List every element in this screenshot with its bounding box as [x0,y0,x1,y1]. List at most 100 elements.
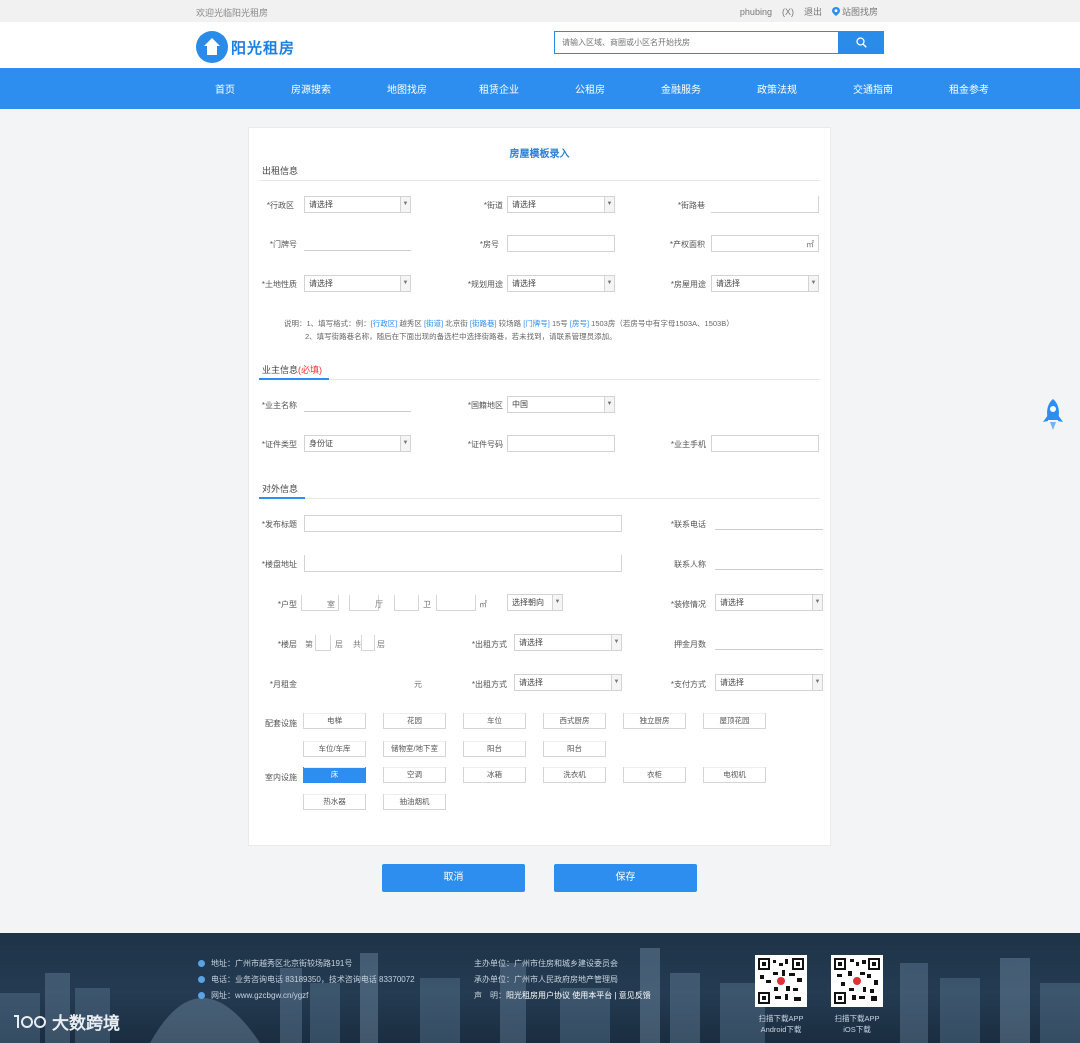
back-to-top-rocket-icon[interactable] [1040,398,1066,432]
nav-map[interactable]: 地图找房 [387,81,427,96]
facilities-label: 配套设施 [265,719,297,728]
nav-public-housing[interactable]: 公租房 [575,81,605,96]
nav-traffic[interactable]: 交通指南 [853,81,893,96]
appliance-tag[interactable]: 空调 [383,767,446,783]
qr-code-icon [758,958,804,1004]
id-number-input[interactable] [507,435,615,452]
size-input[interactable] [436,595,476,611]
facility-tag[interactable]: 西式厨房 [543,713,606,729]
facility-tag[interactable]: 电梯 [303,713,366,729]
district-select[interactable]: 请选择 ▼ [304,196,411,213]
facility-tag[interactable]: 独立厨房 [623,713,686,729]
floor-total-suffix: 层 [377,640,385,649]
floor-total-prefix: 共 [353,640,361,649]
search-bar [554,31,884,54]
note-line-2: 2、填写街路巷名称，随后在下面出现的备选栏中选择街路巷，若未找到，请联系管理员添… [305,332,617,341]
facility-tag[interactable]: 花园 [383,713,446,729]
country-select[interactable]: 中国 ▼ [507,396,615,413]
note-line-1: 说明：1、填写格式：例：[行政区] 越秀区 [街道] 北京街 [街路巷] 较场路… [284,319,734,328]
appliance-tag[interactable]: 衣柜 [623,767,686,783]
owner-phone-label: *业主手机 [670,440,706,449]
appliance-tag[interactable]: 抽油烟机 [383,794,446,810]
orientation-select[interactable]: 选择朝向 ▼ [507,594,563,611]
appliance-tag-selected[interactable]: 床 [303,767,366,783]
nav-policy[interactable]: 政策法规 [757,81,797,96]
street-select[interactable]: 请选择 ▼ [507,196,615,213]
appliance-tag[interactable]: 洗衣机 [543,767,606,783]
road-input[interactable] [711,196,819,213]
nav-companies[interactable]: 租赁企业 [479,81,519,96]
contact-name-label: 联系人称 [674,560,706,569]
address-input[interactable] [304,555,622,572]
room-unit: 室 [327,600,335,609]
appliance-tag[interactable]: 热水器 [303,794,366,810]
deposit-input[interactable] [715,634,823,650]
area-input[interactable] [711,235,819,252]
site-header: 阳光租房 [0,22,1080,68]
floor-total-input[interactable] [361,635,375,651]
road-label: *街路巷 [677,201,705,210]
site-logo[interactable]: 阳光租房 [196,31,295,63]
door-input[interactable] [304,235,411,251]
top-strip: 欢迎光临阳光租房 phubing (X) 退出 站图找房 [0,0,1080,22]
watermark: 大数跨境 [12,1009,120,1034]
logout-link[interactable]: 退出 [804,5,822,18]
appliance-tag[interactable]: 电视机 [703,767,766,783]
save-button[interactable]: 保存 [554,864,697,892]
plan-use-select[interactable]: 请选择 ▼ [507,275,615,292]
footer-agreement-link[interactable]: 阳光租房用户协议 使用本平台 | 意见反馈 [506,991,651,1000]
footer-site: 网址：www.gzcbgw.cn/ygzf [198,990,308,1001]
facility-tag[interactable]: 阳台 [463,741,526,757]
post-title-input[interactable] [304,515,622,532]
appliances-label: 室内设施 [265,773,297,782]
facility-tag[interactable]: 储物室/地下室 [383,741,446,757]
room-input[interactable] [507,235,615,252]
nav-home[interactable]: 首页 [215,81,235,96]
facility-tag[interactable]: 车位/车库 [303,741,366,757]
id-type-select[interactable]: 身份证 ▼ [304,435,411,452]
house-use-select[interactable]: 请选择 ▼ [711,275,819,292]
street-value: 请选择 [512,200,536,209]
cancel-button[interactable]: 取消 [382,864,525,892]
main-nav: 首页 房源搜索 地图找房 租赁企业 公租房 金融服务 政策法规 交通指南 租金参… [0,68,1080,109]
deposit-label: 押金月数 [674,640,706,649]
search-button[interactable] [838,31,884,54]
hall-unit: 厅 [375,600,383,609]
nav-search[interactable]: 房源搜索 [291,81,331,96]
contact-phone-input[interactable] [715,514,823,530]
facility-tag[interactable]: 车位 [463,713,526,729]
rent-type-select[interactable]: 请选择 ▼ [514,634,622,651]
floor-number-input[interactable] [315,635,331,651]
nav-rent-reference[interactable]: 租金参考 [949,81,989,96]
decor-select[interactable]: 请选择 ▼ [715,594,823,611]
search-input[interactable] [554,31,838,54]
land-select[interactable]: 请选择 ▼ [304,275,411,292]
monthly-rent-label: *月租金 [269,680,297,689]
monthly-rent-input[interactable] [304,674,414,690]
rocket-icon [1043,399,1063,430]
rent-unit: 元 [414,680,422,689]
street-label: *街道 [483,201,503,210]
search-icon [855,37,867,48]
chevron-down-icon: ▼ [400,436,410,451]
username-link[interactable]: phubing [740,7,772,17]
bath-count-input[interactable] [394,595,419,611]
map-link[interactable]: 站图找房 [831,5,878,18]
owner-phone-input[interactable] [711,435,819,452]
appliance-tag[interactable]: 冰箱 [463,767,526,783]
rent-method-select[interactable]: 请选择 ▼ [514,674,622,691]
section-title-property: 出租信息 [262,166,299,176]
orientation-value: 选择朝向 [512,598,544,607]
country-label: *国籍地区 [467,401,503,410]
nav-finance[interactable]: 金融服务 [661,81,701,96]
contact-name-input[interactable] [715,554,823,570]
chevron-down-icon: ▼ [552,595,562,610]
facility-tag[interactable]: 阳台 [543,741,606,757]
payment-select[interactable]: 请选择 ▼ [715,674,823,691]
chevron-down-icon: ▼ [611,635,621,650]
owner-name-input[interactable] [304,396,411,412]
android-qr-code [755,955,807,1007]
facility-tag[interactable]: 屋顶花园 [703,713,766,729]
footer-statement: 声 明：阳光租房用户协议 使用本平台 | 意见反馈 [474,991,651,1000]
door-label: *门牌号 [269,240,297,249]
